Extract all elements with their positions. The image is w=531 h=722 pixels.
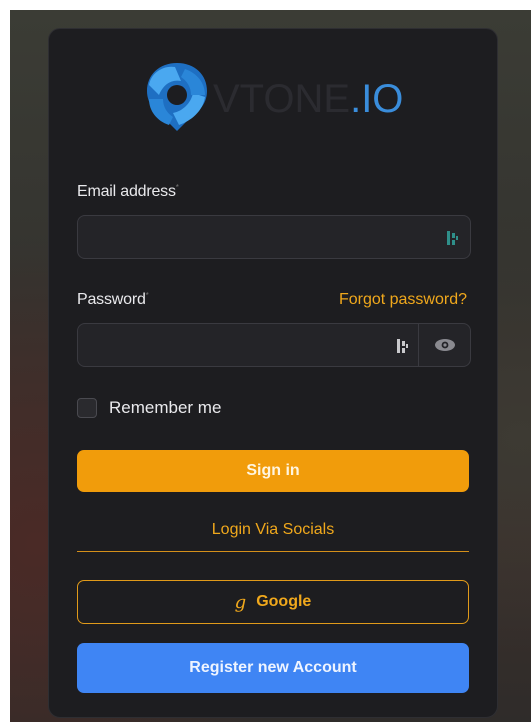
email-field[interactable] xyxy=(78,216,470,258)
google-button-label: Google xyxy=(256,593,312,610)
divider xyxy=(77,551,469,552)
logo-wordmark: VTONE.IO xyxy=(213,76,404,121)
password-label: Password* xyxy=(77,291,149,308)
forgot-password-link[interactable]: Forgot password? xyxy=(339,291,467,309)
logo-icon xyxy=(147,63,207,131)
password-manager-icon[interactable] xyxy=(396,337,410,355)
password-field-wrapper xyxy=(77,323,471,367)
email-field-wrapper xyxy=(77,215,471,259)
google-login-button[interactable]: g Google xyxy=(77,580,469,624)
required-mark: * xyxy=(175,183,179,192)
register-button[interactable]: Register new Account xyxy=(77,643,469,693)
eye-icon xyxy=(434,339,455,351)
show-password-toggle[interactable] xyxy=(418,324,470,366)
required-mark: * xyxy=(145,291,149,300)
remember-me-checkbox[interactable] xyxy=(77,398,97,418)
socials-heading: Login Via Socials xyxy=(211,521,335,538)
brand-logo: VTONE.IO xyxy=(135,55,425,139)
email-label: Email address* xyxy=(77,183,179,200)
sign-in-button[interactable]: Sign in xyxy=(77,450,469,492)
google-g-icon: g xyxy=(234,591,247,613)
login-card: VTONE.IO Email address* Password* Forgot… xyxy=(48,28,498,718)
password-field[interactable] xyxy=(78,324,470,366)
password-manager-icon[interactable] xyxy=(446,229,460,247)
remember-me-label[interactable]: Remember me xyxy=(109,398,221,418)
